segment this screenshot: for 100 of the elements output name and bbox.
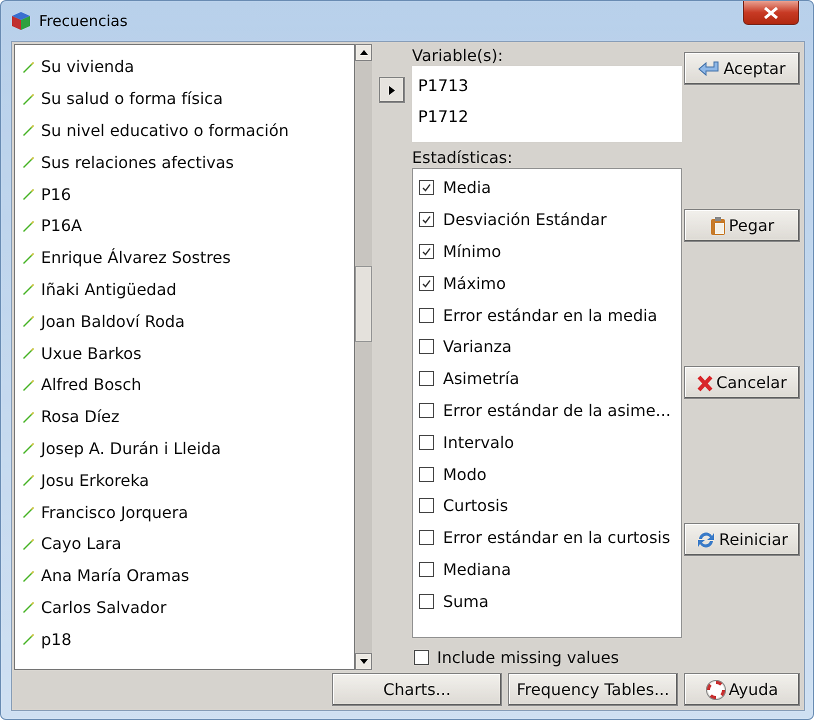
scroll-down-button[interactable] [355,653,372,670]
checkbox[interactable] [419,498,434,514]
pencil-icon [21,600,35,614]
cross-icon [697,374,714,392]
statistic-label: Error estándar en la curtosis [443,528,670,548]
checkbox[interactable] [419,276,434,291]
variable-item[interactable]: Su nivel educativo o formación [21,114,354,146]
scroll-up-button[interactable] [355,44,372,61]
pencil-icon [21,282,35,296]
variable-item[interactable]: Joan Baldoví Roda [21,305,354,338]
dialog-button[interactable]: Aceptar [684,52,800,85]
variable-item[interactable]: Josu Erkoreka [21,464,354,496]
variable-item[interactable]: Uxue Barkos [21,337,354,369]
tick-icon [422,215,431,224]
tick-icon [422,278,431,288]
window-title: Frecuencias [39,12,128,30]
pencil-icon [21,187,35,202]
statistic-label: Asimetría [443,369,520,388]
cube-icon [11,11,31,31]
tick-icon [422,183,431,192]
selected-variable[interactable]: P1713 [418,70,676,101]
dialog-button[interactable]: Charts... [332,673,502,706]
checkbox[interactable] [419,562,434,577]
checkbox[interactable] [419,594,434,609]
statistic-label: Varianza [443,337,512,356]
dialog-button[interactable]: Pegar [684,209,800,242]
pencil-icon [21,218,35,233]
checkbox[interactable] [419,466,434,482]
statistic-label: Suma [443,592,489,611]
pencil-icon [21,410,35,424]
checkbox[interactable] [419,434,434,450]
checkbox[interactable] [419,180,434,196]
pencil-icon [21,92,35,106]
checkbox[interactable] [419,308,434,323]
pencil-icon [21,60,35,74]
dialog-button[interactable]: Frequency Tables... [508,673,678,706]
close-button[interactable] [743,1,799,25]
statistic-label: Media [443,178,492,198]
up-triangle-icon [360,50,368,55]
pencil-icon [21,123,35,138]
statistic-label: Curtosis [443,496,508,516]
refresh-icon [696,530,716,550]
pencil-icon [21,378,35,392]
checkbox[interactable] [419,212,434,228]
variable-item[interactable]: Rosa Díez [21,400,354,433]
checkbox[interactable] [419,339,434,354]
variables-label: Variable(s): [412,44,504,66]
variable-item[interactable]: Su salud o forma física [21,82,354,115]
checkbox[interactable] [419,244,434,259]
close-icon [762,6,780,20]
statistics-label: Estadísticas: [412,146,514,168]
variable-item[interactable]: Sus relaciones afectivas [21,146,354,178]
tick-icon [422,246,431,256]
pencil-icon [21,155,35,170]
selected-variable[interactable]: P1712 [418,101,676,132]
checkbox[interactable] [419,530,434,546]
move-button[interactable] [379,77,405,103]
lifebuoy-icon [706,680,726,700]
variable-item[interactable]: Ana María Oramas [21,560,354,592]
pencil-icon [21,505,35,520]
pencil-icon [21,346,35,360]
scroll-thumb[interactable] [355,266,372,342]
statistic-label: Error estándar en la media [443,306,658,325]
variable-item[interactable]: Francisco Jorquera [21,496,354,528]
variable-item[interactable]: Iñaki Antigüedad [21,274,354,306]
variable-item[interactable]: p18 [21,623,354,656]
statistic-label: Desviación Estándar [443,210,607,230]
right-triangle-icon [389,86,395,94]
variable-item[interactable]: Alfred Bosch [21,368,354,401]
variable-item[interactable]: Cayo Lara [21,528,354,560]
statistic-label: Mínimo [443,242,502,261]
checkbox[interactable] [419,371,434,386]
dialog-button[interactable]: Cancelar [684,366,800,399]
variable-item[interactable]: P16 [21,178,354,210]
statistic-label: Intervalo [443,432,514,452]
pencil-icon [21,250,35,265]
missing-values-label: Include missing values [437,648,619,667]
clipboard-icon [710,216,726,236]
pencil-icon [21,536,35,551]
variable-item[interactable]: Enrique Álvarez Sostres [21,242,354,274]
pencil-icon [21,473,35,488]
variable-item[interactable]: P16A [21,210,354,242]
statistic-label: Modo [443,464,487,484]
scrollbar[interactable] [355,44,372,670]
checkbox[interactable] [419,402,434,418]
down-triangle-icon [360,659,368,664]
pencil-icon [21,568,35,583]
pencil-icon [21,314,35,328]
statistic-label: Error estándar de la asime... [443,400,671,420]
pencil-icon [21,632,35,646]
checkbox[interactable] [414,650,429,665]
statistic-label: Mediana [443,560,511,579]
enter-arrow-icon [698,60,720,78]
variable-item[interactable]: Carlos Salvador [21,592,354,624]
dialog-button[interactable]: Reiniciar [684,523,800,556]
statistic-label: Máximo [443,274,506,293]
pencil-icon [21,441,35,456]
variable-item[interactable]: Josep A. Durán i Lleida [21,432,354,464]
variable-item[interactable]: Su vivienda [21,51,354,83]
dialog-button[interactable]: Ayuda [684,673,800,706]
